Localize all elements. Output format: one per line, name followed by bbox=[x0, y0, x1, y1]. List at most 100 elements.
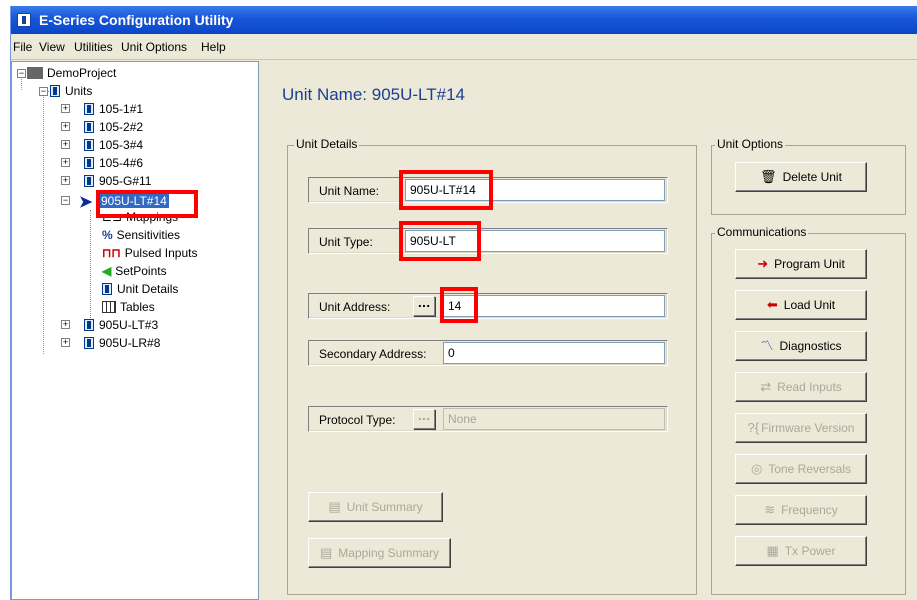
firmware-icon: ?{ bbox=[747, 420, 760, 435]
unit-details-title: Unit Details bbox=[294, 137, 360, 151]
expand-unit-2[interactable]: + bbox=[61, 122, 70, 131]
tx-power-button[interactable]: ▦ Tx Power bbox=[735, 536, 867, 566]
mapping-summary-label: Mapping Summary bbox=[338, 546, 439, 560]
tree-units-label: Units bbox=[65, 84, 93, 98]
delete-unit-button[interactable]: 🗑 Delete Unit bbox=[735, 162, 867, 192]
menu-view[interactable]: View bbox=[39, 40, 65, 54]
protocol-type-browse-button[interactable]: ... bbox=[413, 409, 435, 429]
tree-unit[interactable]: 905U-LT#3 bbox=[84, 316, 158, 334]
tree-unit-label: 105-3#4 bbox=[99, 138, 144, 152]
protocol-type-label: Protocol Type: bbox=[319, 413, 396, 427]
tree-units[interactable]: Units bbox=[50, 82, 92, 100]
unit-details-group bbox=[287, 145, 697, 595]
unit-name-label: Unit Name: bbox=[319, 184, 380, 198]
table-icon bbox=[102, 301, 116, 313]
highlight-box bbox=[96, 190, 198, 218]
diagnostics-label: Diagnostics bbox=[779, 339, 842, 353]
project-icon bbox=[27, 67, 43, 79]
unit-icon bbox=[84, 103, 94, 115]
unit-icon bbox=[84, 175, 94, 187]
tree-unit-label: 105-1#1 bbox=[99, 102, 144, 116]
communications-title: Communications bbox=[715, 225, 809, 239]
tree-child-label: Unit Details bbox=[117, 282, 179, 296]
menu-file[interactable]: File bbox=[13, 40, 32, 54]
pulse-icon: ⊓⊓ bbox=[102, 246, 121, 260]
read-inputs-icon: ⇄ bbox=[760, 379, 772, 394]
tree-child-tables[interactable]: Tables bbox=[102, 298, 155, 316]
setpoint-icon: ◀ bbox=[102, 264, 112, 278]
unit-summary-label: Unit Summary bbox=[346, 500, 423, 514]
unit-icon bbox=[84, 121, 94, 133]
unit-icon bbox=[84, 157, 94, 169]
unit-icon bbox=[84, 319, 94, 331]
tree-child-label: Pulsed Inputs bbox=[124, 246, 198, 260]
menu-unit-options[interactable]: Unit Options bbox=[121, 40, 187, 54]
tree-project-label: DemoProject bbox=[47, 66, 117, 80]
highlight-box bbox=[399, 221, 481, 261]
tree-unit[interactable]: 905-G#11 bbox=[84, 172, 151, 190]
tree-unit-label: 905-G#11 bbox=[99, 174, 152, 188]
tree-child-sensitivities[interactable]: % Sensitivities bbox=[102, 226, 180, 244]
expand-unit-5[interactable]: + bbox=[61, 176, 70, 185]
arrow-icon: ➤ bbox=[79, 194, 93, 211]
secondary-address-input[interactable]: 0 bbox=[443, 342, 665, 364]
document-icon: ▤ bbox=[328, 499, 341, 514]
title-bar: E-Series Configuration Utility bbox=[11, 6, 917, 34]
tree-unit-label: 905U-LT#3 bbox=[99, 318, 159, 332]
program-unit-button[interactable]: ➜ Program Unit bbox=[735, 249, 867, 279]
collapse-project[interactable]: − bbox=[17, 69, 26, 78]
tone-icon: ◎ bbox=[750, 461, 763, 476]
tree-unit[interactable]: 905U-LR#8 bbox=[84, 334, 160, 352]
secondary-address-label: Secondary Address: bbox=[319, 347, 427, 361]
frequency-button[interactable]: ≋ Frequency bbox=[735, 495, 867, 525]
tree-child-label: Sensitivities bbox=[116, 228, 181, 242]
diagnostics-button[interactable]: 〽 Diagnostics bbox=[735, 331, 867, 361]
tree-child-unit-details[interactable]: Unit Details bbox=[102, 280, 178, 298]
menu-help[interactable]: Help bbox=[201, 40, 226, 54]
expand-unit-3[interactable]: + bbox=[61, 140, 70, 149]
load-unit-button[interactable]: ⬅ Load Unit bbox=[735, 290, 867, 320]
expand-unit-4[interactable]: + bbox=[61, 158, 70, 167]
unit-address-label: Unit Address: bbox=[319, 300, 391, 314]
menu-utilities[interactable]: Utilities bbox=[74, 40, 113, 54]
program-icon: ➜ bbox=[757, 256, 769, 271]
firmware-version-label: Firmware Version bbox=[761, 421, 855, 435]
tree-unit[interactable]: 105-4#6 bbox=[84, 154, 143, 172]
load-unit-label: Load Unit bbox=[783, 298, 836, 312]
unit-icon bbox=[84, 337, 94, 349]
tx-power-icon: ▦ bbox=[766, 543, 779, 558]
expand-unit-1[interactable]: + bbox=[61, 104, 70, 113]
tree-unit[interactable]: 105-3#4 bbox=[84, 136, 143, 154]
expand-unit-7[interactable]: + bbox=[61, 338, 70, 347]
page-title: Unit Name: 905U-LT#14 bbox=[282, 85, 465, 104]
collapse-selected-unit[interactable]: − bbox=[61, 196, 70, 205]
frequency-label: Frequency bbox=[781, 503, 838, 517]
menu-bar: File View Utilities Unit Options Help bbox=[11, 34, 917, 60]
tree-child-pulsed-inputs[interactable]: ⊓⊓ Pulsed Inputs bbox=[102, 244, 197, 262]
mapping-summary-button[interactable]: ▤ Mapping Summary bbox=[308, 538, 451, 568]
tree-child-label: SetPoints bbox=[115, 264, 167, 278]
tx-power-label: Tx Power bbox=[784, 544, 836, 558]
expand-unit-6[interactable]: + bbox=[61, 320, 70, 329]
units-icon bbox=[50, 85, 60, 97]
highlight-box bbox=[399, 170, 493, 210]
unit-icon bbox=[84, 139, 94, 151]
tree-unit[interactable]: 105-1#1 bbox=[84, 100, 143, 118]
firmware-version-button[interactable]: ?{Firmware Version bbox=[735, 413, 867, 443]
tone-reversals-button[interactable]: ◎ Tone Reversals bbox=[735, 454, 867, 484]
unit-options-title: Unit Options bbox=[715, 137, 786, 151]
read-inputs-button[interactable]: ⇄ Read Inputs bbox=[735, 372, 867, 402]
highlight-box bbox=[440, 287, 478, 323]
unit-type-label: Unit Type: bbox=[319, 235, 373, 249]
tree-project[interactable]: DemoProject bbox=[27, 64, 116, 82]
diagnostics-icon: 〽 bbox=[760, 338, 774, 353]
unit-address-browse-button[interactable]: ... bbox=[413, 296, 435, 316]
trash-icon: 🗑 bbox=[760, 169, 777, 184]
tree-unit-label: 905U-LR#8 bbox=[99, 336, 161, 350]
tree-child-setpoints[interactable]: ◀ SetPoints bbox=[102, 262, 167, 280]
project-tree[interactable]: − DemoProject − Units + 105-1#1 + 105-2#… bbox=[11, 61, 259, 600]
unit-summary-button[interactable]: ▤ Unit Summary bbox=[308, 492, 443, 522]
tree-unit[interactable]: 105-2#2 bbox=[84, 118, 143, 136]
collapse-units[interactable]: − bbox=[39, 87, 48, 96]
protocol-type-input[interactable]: None bbox=[443, 408, 665, 430]
